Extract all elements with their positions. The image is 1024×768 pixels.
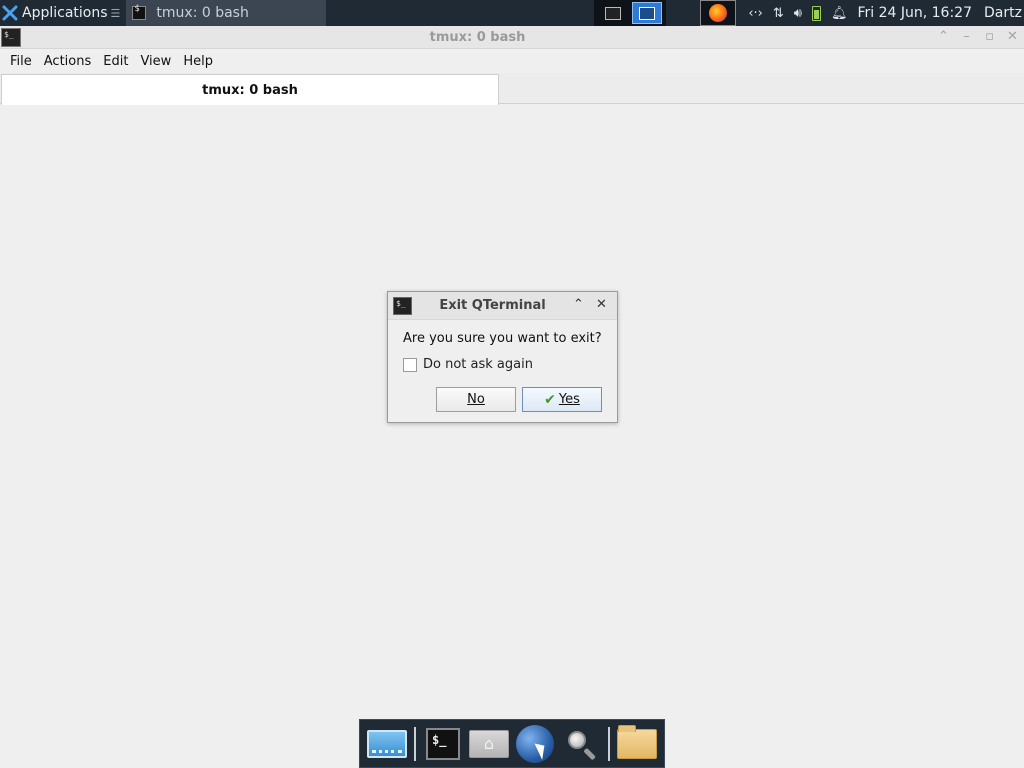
do-not-ask-checkbox[interactable] xyxy=(403,357,417,372)
dock-separator xyxy=(608,726,610,761)
taskbar-window-button[interactable]: tmux: 0 bash xyxy=(126,0,327,26)
volume-icon[interactable]: 🔊︎ xyxy=(794,6,802,21)
battery-icon[interactable] xyxy=(811,5,821,21)
workspace-1-button[interactable] xyxy=(598,2,628,24)
shade-icon[interactable]: ⌃ xyxy=(936,29,951,44)
menu-file[interactable]: File xyxy=(4,54,38,69)
dialog-title: Exit QTerminal xyxy=(439,298,546,313)
terminal-icon xyxy=(426,727,460,760)
do-not-ask-checkbox-row[interactable]: Do not ask again xyxy=(403,357,533,372)
close-icon[interactable]: ✕ xyxy=(1005,29,1020,44)
home-folder-icon: ⌂ xyxy=(469,729,509,758)
menu-handle-icon: ☰ xyxy=(110,6,121,20)
applications-menu-button[interactable]: Applications ☰ xyxy=(0,0,126,26)
dock: ⌂ xyxy=(359,719,665,768)
terminal-icon xyxy=(605,6,622,20)
menu-help[interactable]: Help xyxy=(177,54,219,69)
firefox-icon xyxy=(709,4,728,22)
menu-actions[interactable]: Actions xyxy=(38,54,98,69)
close-icon[interactable]: ✕ xyxy=(596,297,607,312)
window-titlebar[interactable]: tmux: 0 bash ⌃ – ▫ ✕ xyxy=(0,26,1024,49)
xfce-logo-icon xyxy=(2,5,18,21)
maximize-icon[interactable]: ▫ xyxy=(982,29,997,44)
network-updown-icon[interactable]: ⇅ xyxy=(773,6,784,21)
menu-bar: File Actions Edit View Help xyxy=(0,50,1024,72)
terminal-area[interactable] xyxy=(0,105,1024,768)
menu-edit[interactable]: Edit xyxy=(97,54,134,69)
workspace-2-button[interactable] xyxy=(632,2,663,24)
no-button[interactable]: No xyxy=(436,387,516,412)
terminal-icon xyxy=(393,297,412,315)
desktop-icon xyxy=(367,729,407,758)
dock-file-manager[interactable] xyxy=(614,721,660,767)
system-tray: ‹·› ⇅ 🔊︎ 🔔︎ xyxy=(748,0,847,26)
checkmark-icon: ✔ xyxy=(544,391,556,408)
dock-app-finder[interactable] xyxy=(558,721,604,767)
dock-web-browser[interactable] xyxy=(512,721,558,767)
dock-separator xyxy=(414,726,416,761)
window-controls: ⌃ – ▫ ✕ xyxy=(936,29,1020,44)
network-arrows-icon[interactable]: ‹·› xyxy=(748,6,763,21)
dialog-body: Are you sure you want to exit? Do not as… xyxy=(388,320,617,423)
window-thumbnail-icon xyxy=(639,6,656,20)
tab-bar: tmux: 0 bash xyxy=(0,73,1024,105)
dock-home-folder[interactable]: ⌂ xyxy=(466,721,512,767)
dock-terminal[interactable] xyxy=(420,721,466,767)
tab-tmux[interactable]: tmux: 0 bash xyxy=(1,74,499,105)
firefox-launcher[interactable] xyxy=(700,0,737,26)
yes-button-label: Yes xyxy=(558,392,580,407)
shade-icon[interactable]: ⌃ xyxy=(573,297,584,312)
minimize-icon[interactable]: – xyxy=(959,29,974,44)
window-title: tmux: 0 bash xyxy=(429,30,526,45)
file-manager-icon xyxy=(617,724,657,759)
app-finder-icon xyxy=(566,729,596,760)
terminal-icon xyxy=(132,4,147,20)
exit-dialog: Exit QTerminal ⌃ ✕ Are you sure you want… xyxy=(387,291,618,423)
workspace-switcher xyxy=(594,0,667,26)
notification-bell-icon[interactable]: 🔔︎ xyxy=(831,6,848,21)
user-menu[interactable]: Dartz xyxy=(984,5,1024,21)
clock[interactable]: Fri 24 Jun, 16:27 xyxy=(857,5,972,21)
web-browser-icon xyxy=(516,724,554,763)
top-panel: Applications ☰ tmux: 0 bash ‹·› ⇅ 🔊︎ 🔔︎ … xyxy=(0,0,1024,26)
menu-view[interactable]: View xyxy=(134,54,177,69)
dock-show-desktop[interactable] xyxy=(364,721,410,767)
dialog-titlebar[interactable]: Exit QTerminal ⌃ ✕ xyxy=(388,292,617,320)
do-not-ask-label[interactable]: Do not ask again xyxy=(423,357,533,372)
no-button-label: No xyxy=(467,392,485,407)
applications-label: Applications xyxy=(22,5,108,21)
yes-button[interactable]: ✔ Yes xyxy=(522,387,602,412)
dialog-question: Are you sure you want to exit? xyxy=(403,331,602,346)
taskbar-window-label: tmux: 0 bash xyxy=(156,5,249,21)
